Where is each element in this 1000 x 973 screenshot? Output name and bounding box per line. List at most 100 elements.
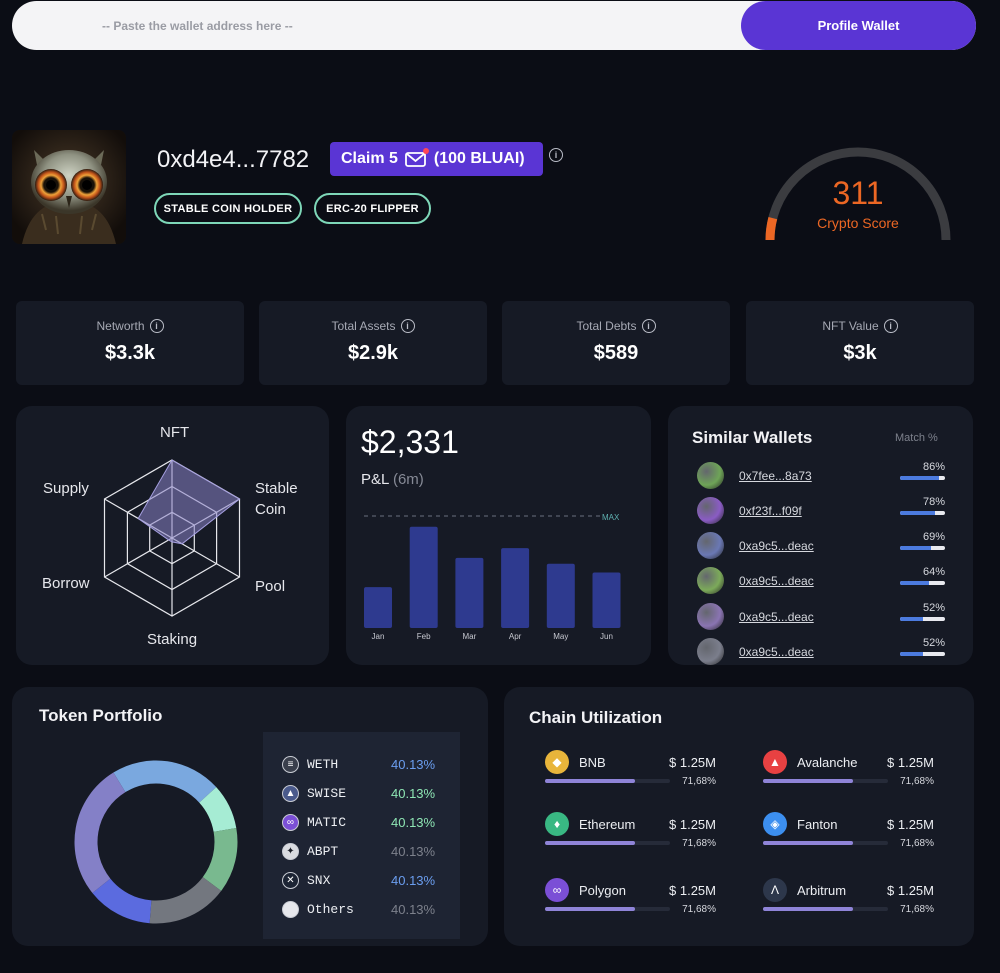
radar-label-supply: Supply <box>43 480 89 497</box>
chain-item: ∞ Polygon $ 1.25M 71,68% <box>545 878 716 926</box>
similar-wallet-address[interactable]: 0xa9c5...deac <box>739 610 814 624</box>
wallet-search-bar: Profile Wallet <box>12 1 976 50</box>
info-icon[interactable]: i <box>883 319 898 333</box>
pnl-bar-jan[interactable] <box>364 587 392 628</box>
crypto-score-value: 311 <box>832 175 884 211</box>
similar-wallet-row[interactable]: 0xf23f...f09f 78% <box>697 496 947 526</box>
radar-label-nft: NFT <box>160 424 190 441</box>
chain-progress <box>763 779 888 783</box>
radar-area <box>137 459 241 545</box>
similar-wallet-row[interactable]: 0xa9c5...deac 52% <box>697 602 947 632</box>
stat-label: Total Debts <box>576 319 637 333</box>
weth-icon: ≡ <box>282 756 299 773</box>
bnb-icon: ◆ <box>545 750 569 774</box>
similar-wallet-row[interactable]: 0xa9c5...deac 52% <box>697 637 947 665</box>
badge-erc20-flipper: ERC-20 FLIPPER <box>314 193 431 224</box>
stat-value: $3.3k <box>104 342 156 364</box>
wallet-avatar <box>697 638 724 665</box>
stat-card-nft-value: NFT Value i $3k <box>746 301 974 385</box>
info-icon[interactable]: i <box>641 319 656 333</box>
others-icon <box>282 901 299 918</box>
match-bar <box>900 511 945 515</box>
chain-value: $ 1.25M <box>669 883 716 898</box>
match-percent: 52% <box>922 637 945 649</box>
pnl-tick-mar: Mar <box>463 632 477 641</box>
chain-value: $ 1.25M <box>887 755 934 770</box>
radar-label-coin: Coin <box>255 501 286 518</box>
chain-item: ◈ Fanton $ 1.25M 71,68% <box>763 812 934 860</box>
pnl-bar-feb[interactable] <box>409 526 438 628</box>
chain-progress <box>763 841 888 845</box>
donut-segment-0[interactable] <box>113 760 217 803</box>
stat-label: NFT Value <box>822 319 879 333</box>
token-name: ABPT <box>307 844 339 859</box>
radar-label-staking: Staking <box>147 631 198 648</box>
claim-button[interactable]: Claim 5 (100 BLUAI) <box>330 142 543 176</box>
similar-wallet-address[interactable]: 0xf23f...f09f <box>739 504 802 518</box>
abpt-icon: ✦ <box>282 843 299 860</box>
wallet-address: 0xd4e4...7782 <box>157 146 310 173</box>
wallet-avatar <box>697 603 724 630</box>
wallet-address-input[interactable] <box>12 1 772 50</box>
similar-wallet-address[interactable]: 0xa9c5...deac <box>739 539 814 553</box>
similar-wallet-address[interactable]: 0x7fee...8a73 <box>739 469 812 483</box>
donut-segment-5[interactable] <box>74 772 126 893</box>
similar-wallets-title: Similar Wallets <box>692 428 813 447</box>
avalanche-icon: ▲ <box>763 750 787 774</box>
similar-wallet-row[interactable]: 0xa9c5...deac 69% <box>697 531 947 561</box>
token-name: MATIC <box>307 815 347 830</box>
token-legend-item: Others 40.13% <box>282 900 452 920</box>
stat-value: $589 <box>593 342 639 364</box>
donut-segment-3[interactable] <box>149 877 222 924</box>
pnl-bar-chart: MAX Jan Feb Mar Apr May Jun <box>364 513 621 641</box>
similar-wallet-row[interactable]: 0xa9c5...deac 64% <box>697 566 947 596</box>
token-name: Others <box>307 902 354 917</box>
stat-value: $3k <box>843 342 877 364</box>
mail-icon <box>405 148 429 167</box>
similar-wallet-address[interactable]: 0xa9c5...deac <box>739 645 814 659</box>
matic-icon: ∞ <box>282 814 299 831</box>
pnl-bar-jun[interactable] <box>592 572 621 629</box>
chain-name: Ethereum <box>579 817 636 832</box>
profile-wallet-button[interactable]: Profile Wallet <box>741 1 976 50</box>
chain-percent: 71,68% <box>900 838 934 849</box>
match-percent: 86% <box>922 461 945 473</box>
pnl-bar-mar[interactable] <box>455 557 484 628</box>
pnl-tick-apr: Apr <box>509 632 522 641</box>
stat-label: Total Assets <box>331 319 396 333</box>
chain-item: ♦ Ethereum $ 1.25M 71,68% <box>545 812 716 860</box>
similar-wallet-row[interactable]: 0x7fee...8a73 86% <box>697 461 947 491</box>
match-percent: 69% <box>922 531 945 543</box>
chain-name: Arbitrum <box>797 883 847 898</box>
chain-percent: 71,68% <box>900 904 934 915</box>
stat-label: Networth <box>96 319 145 333</box>
pnl-bar-apr[interactable] <box>501 548 530 628</box>
stat-card-total-assets: Total Assets i $2.9k <box>259 301 487 385</box>
chain-progress <box>545 907 670 911</box>
claim-info-icon[interactable]: i <box>549 145 563 163</box>
pnl-tick-jan: Jan <box>372 632 385 641</box>
similar-wallet-address[interactable]: 0xa9c5...deac <box>739 574 814 588</box>
match-percent: 78% <box>922 496 945 508</box>
pnl-tick-jun: Jun <box>600 632 613 641</box>
ethereum-icon: ♦ <box>545 812 569 836</box>
match-percent: 64% <box>922 566 945 578</box>
info-icon[interactable]: i <box>400 319 415 333</box>
radar-label-stable: Stable <box>255 480 298 497</box>
info-icon[interactable]: i <box>149 319 164 333</box>
chain-percent: 71,68% <box>682 904 716 915</box>
stat-card-total-debts: Total Debts i $589 <box>502 301 730 385</box>
token-portfolio-title: Token Portfolio <box>39 706 163 725</box>
pnl-bar-may[interactable] <box>546 563 575 628</box>
chain-value: $ 1.25M <box>887 817 934 832</box>
stat-value: $2.9k <box>347 342 399 364</box>
chain-percent: 71,68% <box>682 776 716 787</box>
max-label: MAX <box>602 513 620 522</box>
chain-item: Λ Arbitrum $ 1.25M 71,68% <box>763 878 934 926</box>
arbitrum-icon: Λ <box>763 878 787 902</box>
radar-chart <box>103 459 241 617</box>
wallet-avatar <box>697 567 724 594</box>
chain-value: $ 1.25M <box>887 883 934 898</box>
token-percent: 40.13% <box>391 786 436 801</box>
chain-name: Polygon <box>579 883 626 898</box>
